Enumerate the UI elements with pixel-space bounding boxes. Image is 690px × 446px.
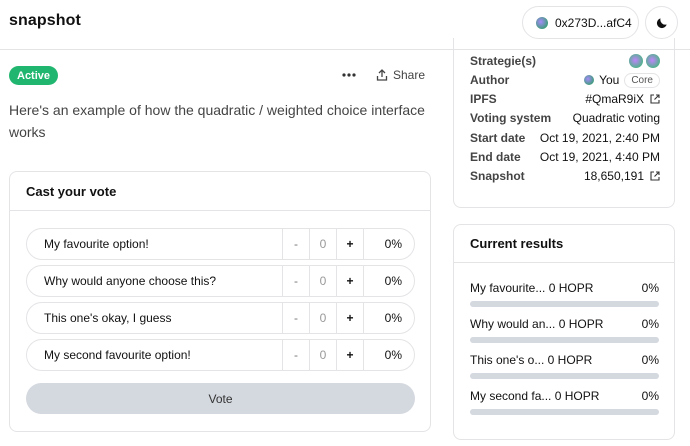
snapshot-block: 18,650,191 — [583, 169, 644, 183]
more-dots-icon — [342, 73, 356, 77]
account-avatar-icon — [536, 16, 548, 29]
moon-icon — [656, 17, 667, 28]
start-date-value: Oct 19, 2021, 2:40 PM — [539, 131, 660, 145]
increment-button[interactable]: + — [336, 229, 363, 259]
vote-choice: My second favourite option! - 0 + 0% — [26, 339, 415, 371]
info-row-snapshot: Snapshot 18,650,191 — [470, 167, 660, 185]
result-label: This one's o... 0 HOPR — [470, 353, 593, 367]
result-percent: 0% — [641, 281, 659, 295]
choice-weight-input[interactable]: 0 — [309, 340, 336, 370]
result-item: My second fa... 0 HOPR 0% — [470, 388, 659, 415]
voting-system-value: Quadratic voting — [572, 111, 660, 125]
info-key: Start date — [470, 131, 526, 145]
result-progress-bar — [470, 301, 659, 307]
info-row-start-date: Start date Oct 19, 2021, 2:40 PM — [470, 129, 660, 147]
result-progress-bar — [470, 337, 659, 343]
cast-vote-title: Cast your vote — [10, 172, 430, 211]
proposal-description: Here's an example of how the quadratic /… — [9, 102, 425, 140]
choice-percent: 0% — [363, 303, 415, 333]
share-button[interactable]: Share — [376, 66, 425, 84]
info-row-voting-system: Voting system Quadratic voting — [470, 109, 660, 127]
increment-button[interactable]: + — [336, 340, 363, 370]
choice-percent: 0% — [363, 266, 415, 296]
vote-button[interactable]: Vote — [26, 383, 415, 414]
vote-choice: My favourite option! - 0 + 0% — [26, 228, 415, 260]
snapshot-link[interactable]: 18,650,191 — [584, 169, 660, 183]
info-key: Voting system — [470, 111, 552, 125]
result-percent: 0% — [641, 389, 659, 403]
info-row-strategies: Strategie(s) — [470, 52, 660, 70]
share-icon — [376, 69, 388, 81]
decrement-button[interactable]: - — [282, 266, 309, 296]
result-label: My second fa... 0 HOPR — [470, 389, 600, 403]
core-badge: Core — [624, 72, 660, 88]
ipfs-hash: #QmaR9iX — [585, 92, 644, 106]
choice-percent: 0% — [363, 229, 415, 259]
result-item: Why would an... 0 HOPR 0% — [470, 316, 659, 343]
ipfs-link[interactable]: #QmaR9iX — [585, 92, 660, 106]
choice-weight-input[interactable]: 0 — [309, 266, 336, 296]
theme-toggle-button[interactable] — [645, 6, 678, 39]
end-date-value: Oct 19, 2021, 4:40 PM — [539, 150, 660, 164]
strategies-avatars[interactable] — [626, 54, 660, 68]
choice-label: This one's okay, I guess — [44, 311, 172, 325]
more-options-button[interactable] — [340, 66, 358, 84]
account-address: 0x273D...afC4 — [555, 15, 632, 30]
proposal-info-card: Strategie(s) Author You Core IPFS #QmaR9… — [453, 38, 675, 208]
decrement-button[interactable]: - — [282, 229, 309, 259]
current-results-card: Current results My favourite... 0 HOPR 0… — [453, 224, 675, 440]
info-key: End date — [470, 150, 521, 164]
info-row-author: Author You Core — [470, 71, 660, 89]
choice-label: Why would anyone choose this? — [44, 274, 217, 288]
choice-label: My favourite option! — [44, 237, 149, 251]
decrement-button[interactable]: - — [282, 340, 309, 370]
choice-weight-input[interactable]: 0 — [309, 303, 336, 333]
result-progress-bar — [470, 409, 659, 415]
decrement-button[interactable]: - — [282, 303, 309, 333]
vote-choice: This one's okay, I guess - 0 + 0% — [26, 302, 415, 334]
info-key: IPFS — [470, 92, 497, 106]
info-key: Author — [470, 73, 510, 87]
account-button[interactable]: 0x273D...afC4 — [522, 6, 639, 39]
strategy-avatar-icon — [646, 54, 660, 68]
result-label: My favourite... 0 HOPR — [470, 281, 594, 295]
result-item: This one's o... 0 HOPR 0% — [470, 352, 659, 379]
increment-button[interactable]: + — [336, 303, 363, 333]
choice-weight-input[interactable]: 0 — [309, 229, 336, 259]
external-link-icon — [650, 94, 660, 104]
result-label: Why would an... 0 HOPR — [470, 317, 604, 331]
info-key: Snapshot — [470, 169, 525, 183]
result-progress-bar — [470, 373, 659, 379]
author-avatar-icon — [584, 75, 595, 85]
choice-percent: 0% — [363, 340, 415, 370]
author-value[interactable]: You Core — [584, 72, 660, 88]
cast-vote-card: Cast your vote My favourite option! - 0 … — [9, 171, 431, 432]
author-name: You — [599, 73, 620, 87]
result-item: My favourite... 0 HOPR 0% — [470, 280, 659, 307]
info-row-end-date: End date Oct 19, 2021, 4:40 PM — [470, 148, 660, 166]
vote-choice: Why would anyone choose this? - 0 + 0% — [26, 265, 415, 297]
result-percent: 0% — [641, 353, 659, 367]
status-badge: Active — [9, 66, 59, 85]
info-key: Strategie(s) — [470, 54, 537, 68]
share-label: Share — [393, 68, 426, 82]
app-logo[interactable]: snapshot — [9, 12, 81, 30]
results-title: Current results — [454, 225, 674, 263]
info-row-ipfs: IPFS #QmaR9iX — [470, 90, 660, 108]
increment-button[interactable]: + — [336, 266, 363, 296]
external-link-icon — [650, 171, 660, 181]
strategy-avatar-icon — [629, 54, 643, 68]
result-percent: 0% — [641, 317, 659, 331]
choice-label: My second favourite option! — [44, 348, 191, 362]
